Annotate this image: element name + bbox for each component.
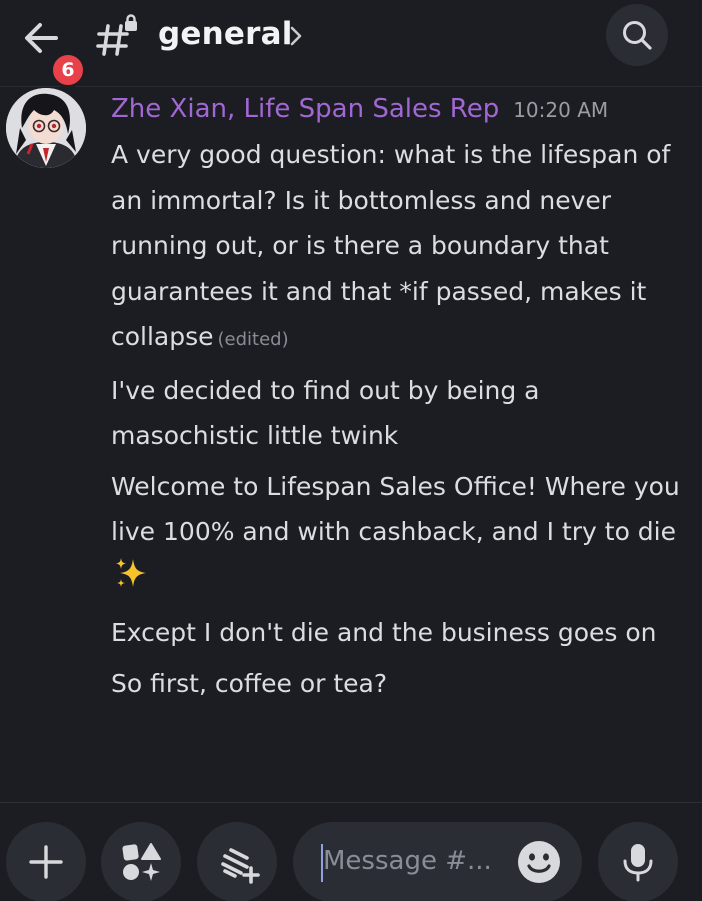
message-body: A very good question: what is the lifesp… [111, 132, 691, 711]
message-input[interactable]: Message #... [293, 822, 582, 901]
message-paragraph[interactable]: Except I don't die and the business goes… [111, 610, 691, 656]
message-paragraph[interactable]: Welcome to Lifespan Sales Office! Where … [111, 464, 691, 606]
threads-button[interactable] [197, 822, 277, 901]
voice-message-button[interactable] [598, 822, 678, 901]
message-paragraph[interactable]: A very good question: what is the lifesp… [111, 132, 691, 363]
chevron-right-icon[interactable] [288, 24, 304, 52]
message-placeholder: Message #... [323, 846, 492, 876]
back-button[interactable]: 6 [14, 12, 86, 88]
add-button[interactable] [6, 822, 86, 901]
edited-label: (edited) [217, 329, 289, 350]
author-name[interactable]: Zhe Xian, Life Span Sales Rep [111, 94, 499, 124]
message-paragraph[interactable]: I've decided to find out by being a maso… [111, 368, 691, 459]
apps-button[interactable] [101, 822, 181, 901]
message-timestamp: 10:20 AM [513, 98, 609, 122]
sparkles-emoji [113, 555, 149, 606]
chat-screen: 6 general Zhe Xian, Life Span Sales Rep … [0, 0, 702, 901]
avatar[interactable] [6, 88, 86, 168]
message-paragraph[interactable]: So first, coffee or tea? [111, 661, 691, 707]
smiley-icon[interactable] [517, 840, 561, 884]
message-header: Zhe Xian, Life Span Sales Rep 10:20 AM [111, 94, 691, 124]
channel-name[interactable]: general [158, 16, 293, 52]
channel-header: 6 general [0, 0, 702, 88]
hash-lock-icon [96, 14, 144, 58]
composer-divider [0, 802, 702, 803]
unread-badge: 6 [50, 52, 86, 88]
search-button[interactable] [606, 4, 668, 66]
